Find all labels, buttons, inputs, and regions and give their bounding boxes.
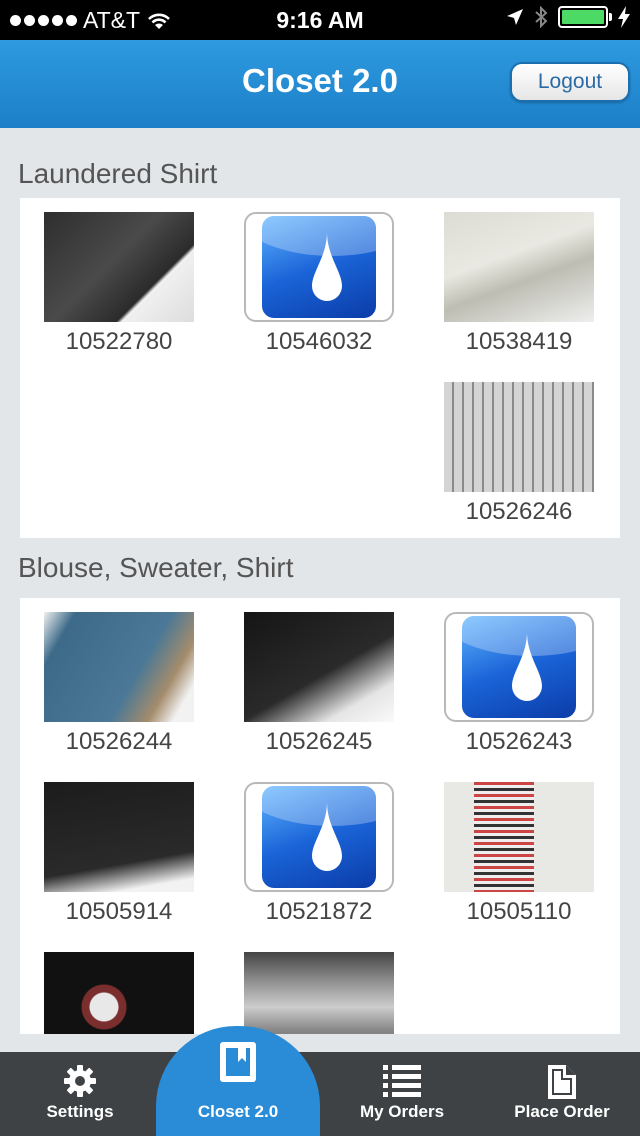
tab-label: Closet 2.0 <box>156 1102 320 1122</box>
item-photo <box>244 952 394 1034</box>
closet-item[interactable]: 10526244 <box>44 612 194 756</box>
section-panel-blouse-sweater-shirt: 10526244 10526245 10526243 10505914 1052… <box>20 598 620 1034</box>
nav-header: Closet 2.0 Logout <box>0 40 640 128</box>
section-title-laundered-shirt: Laundered Shirt <box>18 158 217 190</box>
item-number: 10505914 <box>39 898 199 926</box>
item-number: 10526244 <box>39 728 199 756</box>
charging-bolt-icon <box>618 6 630 28</box>
item-number: 10522780 <box>39 328 199 356</box>
item-number: 10521872 <box>239 898 399 926</box>
closet-item[interactable]: 10505110 <box>444 782 594 926</box>
document-icon <box>547 1064 577 1100</box>
placeholder-drop-icon <box>244 782 394 892</box>
item-photo <box>44 952 194 1034</box>
item-number: 10526246 <box>439 498 599 526</box>
status-bar: AT&T 9:16 AM <box>0 0 640 40</box>
section-panel-laundered-shirt: 10522780 10546032 10538419 10526246 <box>20 198 620 538</box>
tab-bar: Settings Closet 2.0 My Orders <box>0 1052 640 1136</box>
item-number: 10538419 <box>439 328 599 356</box>
closet-item[interactable]: 10526246 <box>444 382 594 526</box>
item-photo <box>444 212 594 322</box>
item-number: 10526245 <box>239 728 399 756</box>
item-photo <box>44 782 194 892</box>
item-number: 10546032 <box>239 328 399 356</box>
tab-label: Settings <box>0 1102 160 1122</box>
tab-place-order[interactable]: Place Order <box>484 1052 640 1136</box>
closet-item[interactable] <box>244 952 394 1034</box>
closet-item[interactable]: 10526245 <box>244 612 394 756</box>
section-title-blouse-sweater-shirt: Blouse, Sweater, Shirt <box>18 552 293 584</box>
closet-item[interactable]: 10538419 <box>444 212 594 356</box>
item-photo <box>244 612 394 722</box>
placeholder-drop-icon <box>244 212 394 322</box>
list-icon <box>383 1064 421 1098</box>
item-number: 10505110 <box>439 898 599 926</box>
closet-item[interactable]: 10526243 <box>444 612 594 756</box>
closet-item[interactable]: 10505914 <box>44 782 194 926</box>
item-photo <box>44 612 194 722</box>
closet-item[interactable]: 10522780 <box>44 212 194 356</box>
closet-item[interactable] <box>44 952 194 1034</box>
closet-item[interactable]: 10546032 <box>244 212 394 356</box>
bluetooth-icon <box>534 6 548 28</box>
gear-icon <box>63 1064 97 1098</box>
tab-label: My Orders <box>320 1102 484 1122</box>
item-photo <box>44 212 194 322</box>
location-arrow-icon <box>506 8 524 26</box>
item-number: 10526243 <box>439 728 599 756</box>
placeholder-drop-icon <box>444 612 594 722</box>
tab-settings[interactable]: Settings <box>0 1052 160 1136</box>
logout-button[interactable]: Logout <box>510 62 630 102</box>
item-photo <box>444 382 594 492</box>
tab-closet[interactable]: Closet 2.0 <box>156 1026 320 1136</box>
battery-icon <box>558 6 608 28</box>
closet-icon <box>218 1040 258 1084</box>
tab-my-orders[interactable]: My Orders <box>320 1052 484 1136</box>
closet-item[interactable]: 10521872 <box>244 782 394 926</box>
tab-label: Place Order <box>484 1102 640 1122</box>
item-photo <box>444 782 594 892</box>
